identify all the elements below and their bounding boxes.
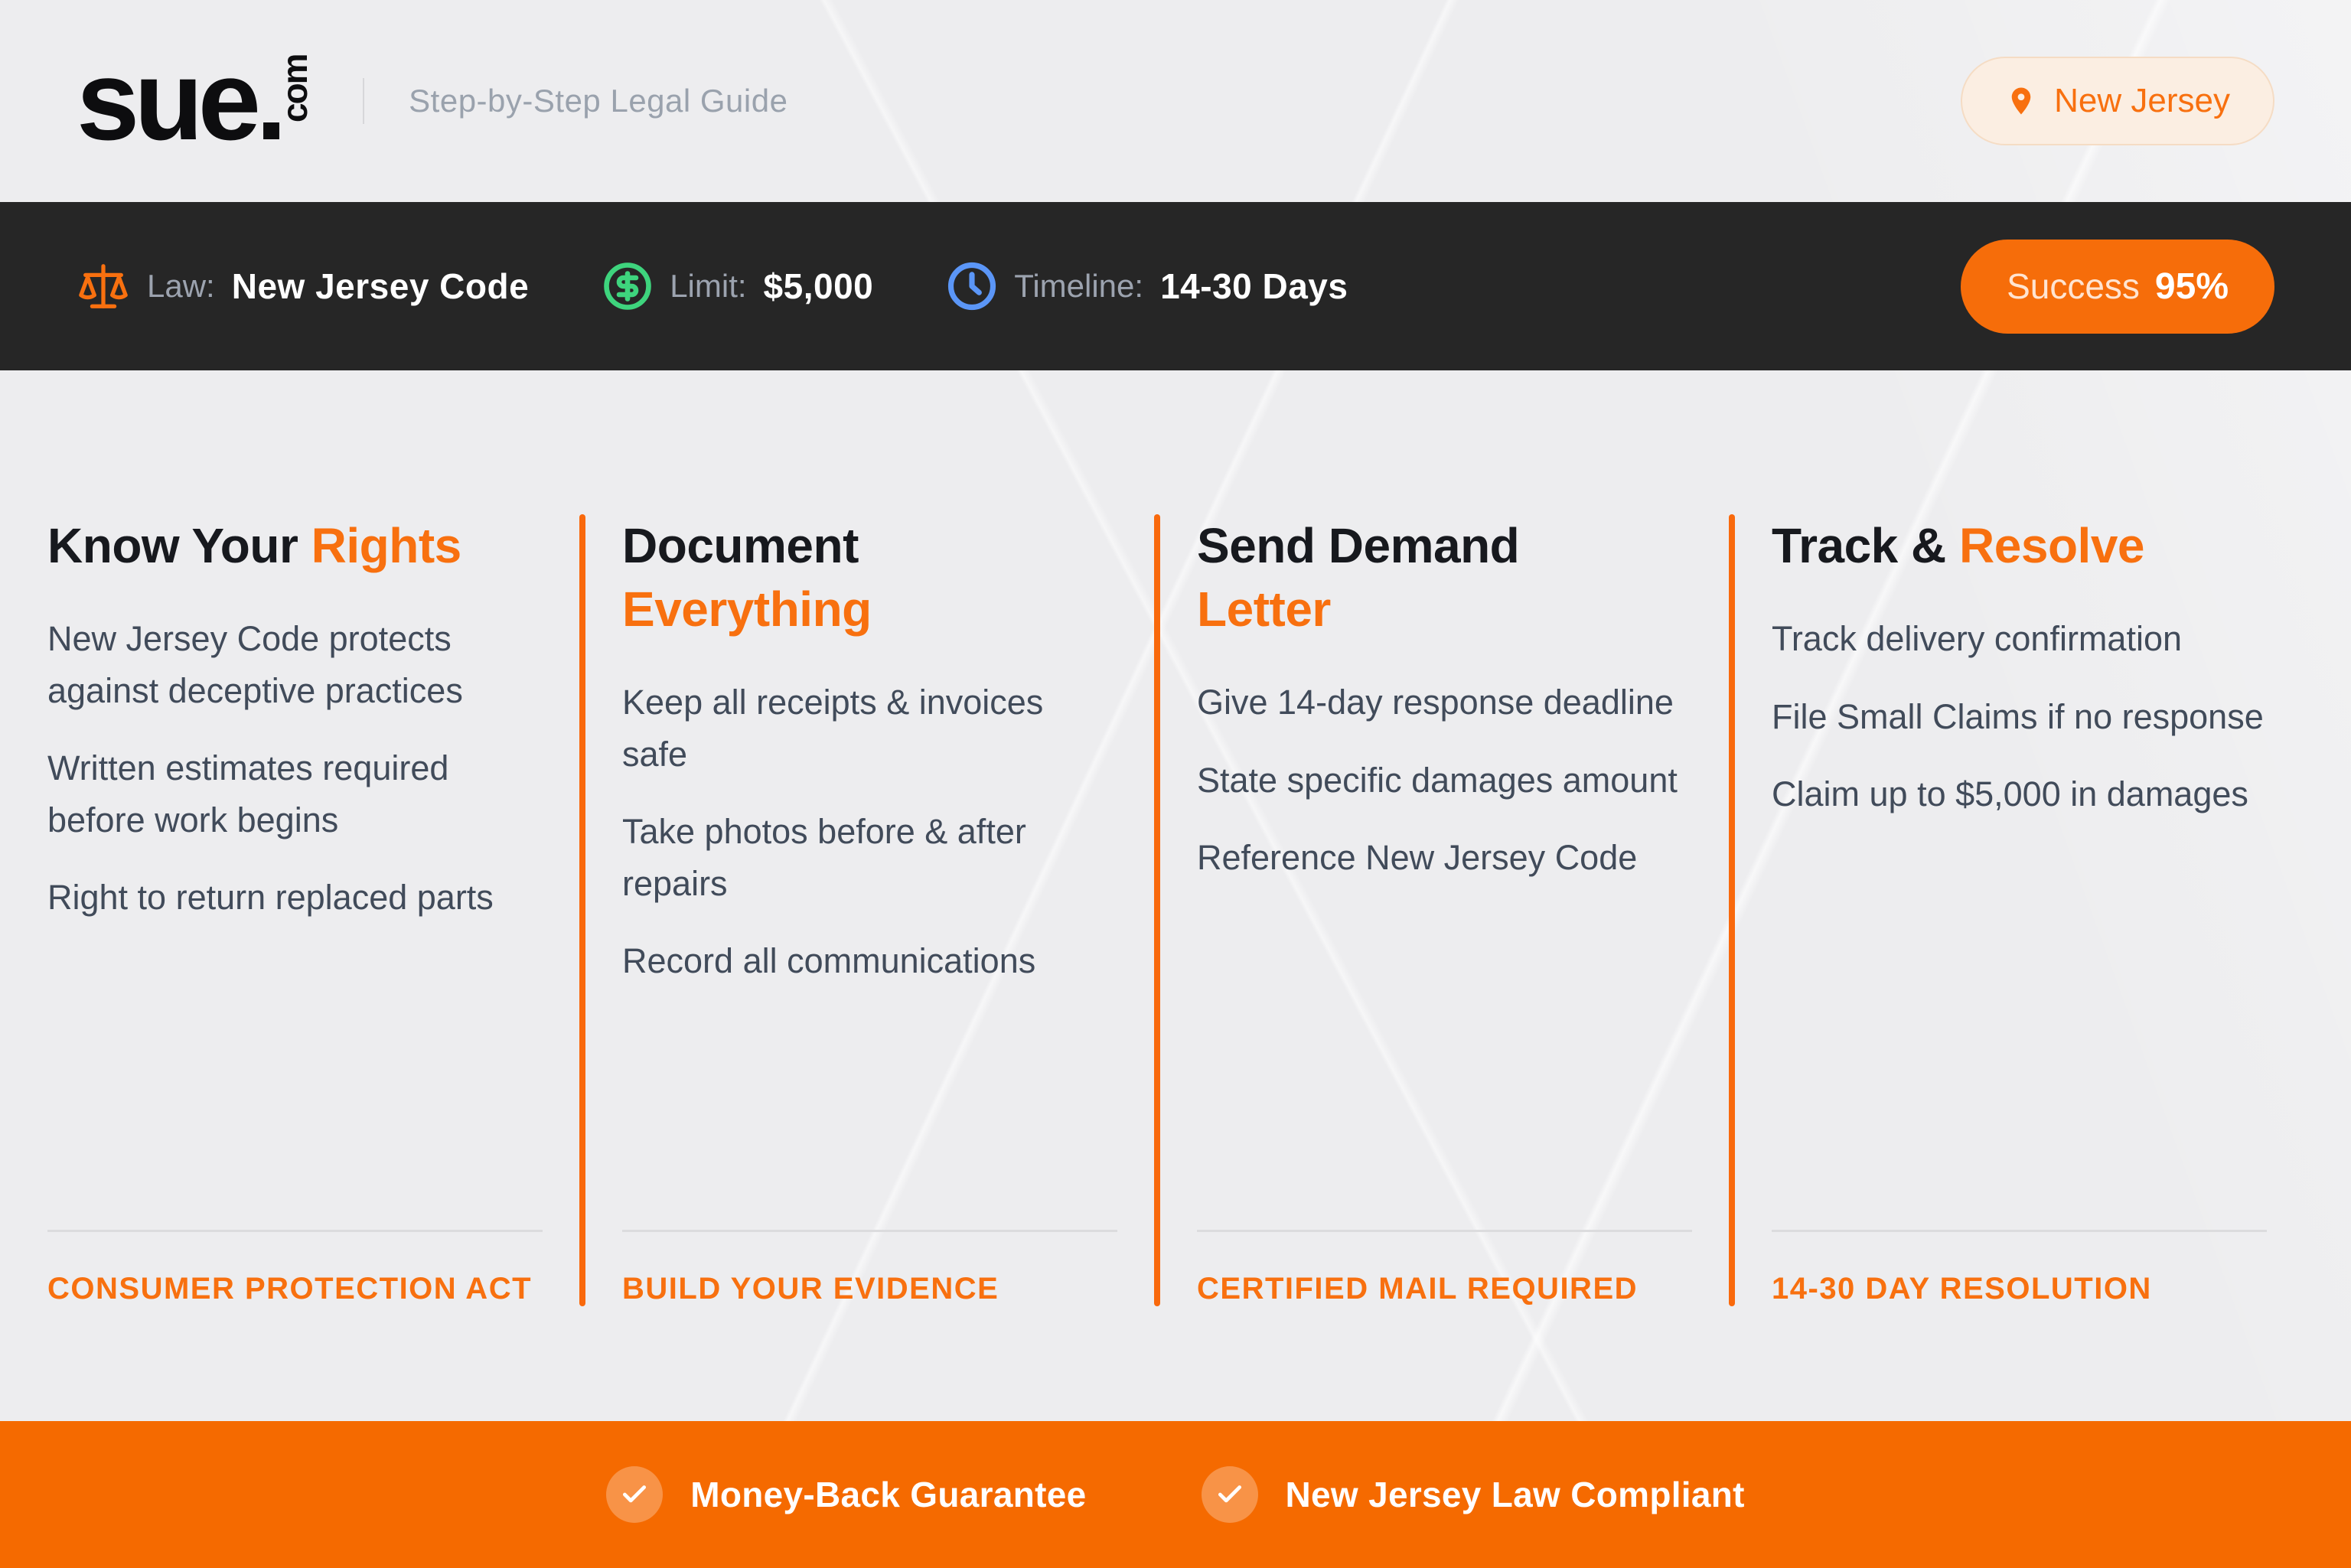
column-title-dark: Know Your — [47, 518, 298, 573]
column-item: Written estimates required before work b… — [47, 748, 449, 839]
step-column-2: Document Everything Keep all receipts & in… — [622, 514, 1154, 1306]
column-item: Reference New Jersey Code — [1197, 838, 1638, 878]
logo-com-text: com — [275, 54, 315, 122]
column-footer-rule — [1197, 1230, 1692, 1232]
logo[interactable]: sue. com — [77, 37, 315, 165]
location-badge-button[interactable]: New Jersey — [1961, 57, 2274, 145]
column-footer-label: CERTIFIED MAIL REQUIRED — [1197, 1272, 1639, 1306]
column-footer: 14-30 DAY RESOLUTION — [1772, 1230, 2267, 1306]
clock-icon — [947, 261, 997, 311]
stat-value: 14-30 Days — [1160, 266, 1348, 306]
logo-text: sue. — [77, 37, 287, 165]
column-item: Keep all receipts & invoices safe — [622, 683, 1044, 774]
check-icon — [606, 1466, 664, 1523]
column-title: Know Your Rights — [47, 514, 543, 578]
column-divider — [579, 514, 585, 1306]
page-tagline: Step-by-Step Legal Guide — [409, 83, 788, 119]
stats-group: Law: New Jersey Code Limit: $5,000 Timeline:… — [77, 259, 1348, 313]
column-item: Take photos before & after repairs — [622, 812, 1026, 903]
steps-columns: Know Your Rights New Jersey Code protects… — [0, 370, 2351, 1306]
check-icon — [1201, 1466, 1258, 1523]
column-title: Document Everything — [622, 514, 1117, 641]
column-title-accent: Resolve — [1959, 518, 2144, 573]
step-column-3: Send Demand Letter Give 14-day response de… — [1197, 514, 1729, 1306]
column-title: Send Demand Letter — [1197, 514, 1692, 641]
column-title-dark: Send Demand — [1197, 518, 1520, 573]
stat-value: $5,000 — [763, 266, 874, 306]
stat-value: New Jersey Code — [231, 266, 530, 306]
stat-label: Law: — [147, 268, 215, 304]
column-title-accent: Everything — [622, 582, 872, 637]
success-label: Success — [2007, 266, 2140, 306]
column-item: Claim up to $5,000 in damages — [1772, 774, 2248, 814]
footer-badge-1: Money-Back Guarantee — [606, 1466, 1086, 1523]
column-item: Give 14-day response deadline — [1197, 683, 1674, 722]
dollar-icon — [602, 261, 653, 311]
column-footer-label: BUILD YOUR EVIDENCE — [622, 1272, 999, 1306]
success-value: 95% — [2154, 266, 2229, 307]
column-title-accent: Letter — [1197, 582, 1331, 637]
column-divider — [1154, 514, 1160, 1306]
step-column-1: Know Your Rights New Jersey Code protects… — [47, 514, 579, 1306]
scales-icon — [77, 259, 130, 313]
header-divider — [363, 78, 365, 124]
footer-badge-label: New Jersey Law Compliant — [1285, 1475, 1745, 1514]
column-title-dark: Track & — [1772, 518, 1946, 573]
column-item: Right to return replaced parts — [47, 878, 494, 918]
column-title-accent: Rights — [311, 518, 462, 573]
column-footer: CERTIFIED MAIL REQUIRED — [1197, 1230, 1692, 1306]
footer-badge-2: New Jersey Law Compliant — [1201, 1466, 1745, 1523]
column-item: Record all communications — [622, 941, 1036, 981]
column-divider — [1729, 514, 1735, 1306]
column-footer-rule — [1772, 1230, 2267, 1232]
location-badge-label: New Jersey — [2054, 82, 2230, 119]
footer-badge-label: Money-Back Guarantee — [690, 1475, 1087, 1514]
column-footer-label: 14-30 DAY RESOLUTION — [1772, 1272, 2152, 1306]
column-footer: BUILD YOUR EVIDENCE — [622, 1230, 1117, 1306]
info-bar: Law: New Jersey Code Limit: $5,000 Timeline:… — [0, 202, 2351, 370]
stat-timeline: Timeline: 14-30 Days — [947, 261, 1348, 311]
column-item: File Small Claims if no response — [1772, 696, 2264, 736]
header: sue. com Step-by-Step Legal Guide New Je… — [0, 0, 2351, 202]
footer-bar: Money-Back Guarantee New Jersey Law Compl… — [0, 1421, 2351, 1568]
column-item: Track delivery confirmation — [1772, 619, 2183, 659]
column-footer: CONSUMER PROTECTION ACT — [47, 1230, 543, 1306]
column-footer-rule — [622, 1230, 1117, 1232]
stat-law: Law: New Jersey Code — [77, 259, 529, 313]
stat-label: Limit: — [670, 268, 747, 304]
location-pin-icon — [2011, 87, 2031, 115]
column-title-dark: Document — [622, 518, 859, 573]
column-item: New Jersey Code protects against decepti… — [47, 619, 463, 710]
column-title: Track & Resolve — [1772, 514, 2267, 578]
stat-limit: Limit: $5,000 — [602, 261, 873, 311]
success-rate-button[interactable]: Success 95% — [1961, 239, 2274, 334]
stat-label: Timeline: — [1014, 268, 1144, 304]
column-footer-label: CONSUMER PROTECTION ACT — [47, 1272, 533, 1306]
step-column-4: Track & Resolve Track delivery confirmati… — [1772, 514, 2304, 1306]
column-footer-rule — [47, 1230, 543, 1232]
column-item: State specific damages amount — [1197, 760, 1678, 800]
